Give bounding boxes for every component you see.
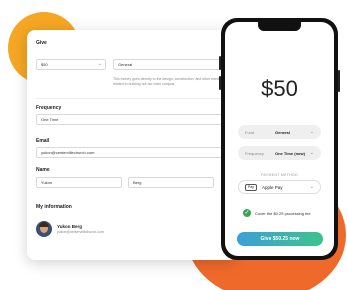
give-form-card: Give $50 ⌄ General This money goes direc…: [27, 30, 237, 260]
amount-select[interactable]: $50 ⌄: [36, 59, 106, 70]
frequency-value: One Time: [41, 117, 59, 122]
email-field[interactable]: yukon@centervillechurch.com: [36, 147, 231, 158]
chevron-down-icon: ⌄: [309, 150, 314, 156]
avatar: [36, 221, 52, 237]
last-name-field[interactable]: Berg: [128, 177, 214, 188]
fund-description: This money goes directly to the design, …: [113, 77, 221, 86]
payment-method-select[interactable]: Pay Apple Pay ⌄: [238, 180, 321, 194]
phone-mockup: $50 Fund General ⌄ Frequency One Time (n…: [221, 18, 338, 260]
cover-fee-text: Cover the $0.25 processing fee: [255, 210, 311, 216]
chevron-down-icon: ⌄: [309, 184, 314, 190]
frequency-key: Frequency: [245, 150, 264, 156]
first-name-value: Yukon: [41, 180, 53, 185]
divider: [36, 98, 237, 99]
phone-fund-select[interactable]: Fund General ⌄: [238, 125, 321, 139]
phone-amount: $50: [261, 76, 298, 101]
phone-frequency-select[interactable]: Frequency One Time (now) ⌄: [238, 146, 321, 160]
payment-method-label: PAYMENT METHOD: [261, 173, 298, 177]
check-circle-icon[interactable]: ✓: [243, 209, 251, 217]
apple-pay-icon: Pay: [245, 183, 258, 191]
user-email: yukon@centervillechurch.com: [57, 230, 104, 234]
chevron-down-icon: ⌄: [309, 129, 314, 135]
user-name: Yukon Berg: [57, 224, 83, 229]
amount-value: $50: [41, 62, 48, 67]
chevron-down-icon: ⌄: [97, 61, 102, 67]
my-information-label: My information: [36, 204, 72, 210]
frequency-select[interactable]: One Time: [36, 114, 231, 125]
payment-value: Apple Pay: [262, 184, 283, 190]
phone-screen: $50 Fund General ⌄ Frequency One Time (n…: [225, 22, 334, 256]
cover-fee-option[interactable]: ✓ Cover the $0.25 processing fee: [243, 209, 311, 217]
frequency-label: Frequency: [36, 105, 62, 111]
phone-side-button: [338, 70, 340, 92]
fund-value: General: [118, 62, 133, 67]
give-label: Give: [36, 40, 47, 46]
first-name-field[interactable]: Yukon: [36, 177, 122, 188]
fund-value: General: [275, 129, 290, 135]
name-label: Name: [36, 167, 50, 173]
email-value: yukon@centervillechurch.com: [41, 150, 95, 155]
fund-select[interactable]: General: [113, 59, 233, 70]
phone-notch: [258, 22, 301, 31]
frequency-value: One Time (now): [275, 150, 305, 156]
email-label: Email: [36, 138, 50, 144]
fund-key: Fund: [245, 129, 255, 135]
user-profile: Yukon Berg yukon@centervillechurch.com: [36, 214, 228, 244]
last-name-value: Berg: [133, 180, 142, 185]
give-button[interactable]: Give $50.25 now: [237, 232, 323, 246]
